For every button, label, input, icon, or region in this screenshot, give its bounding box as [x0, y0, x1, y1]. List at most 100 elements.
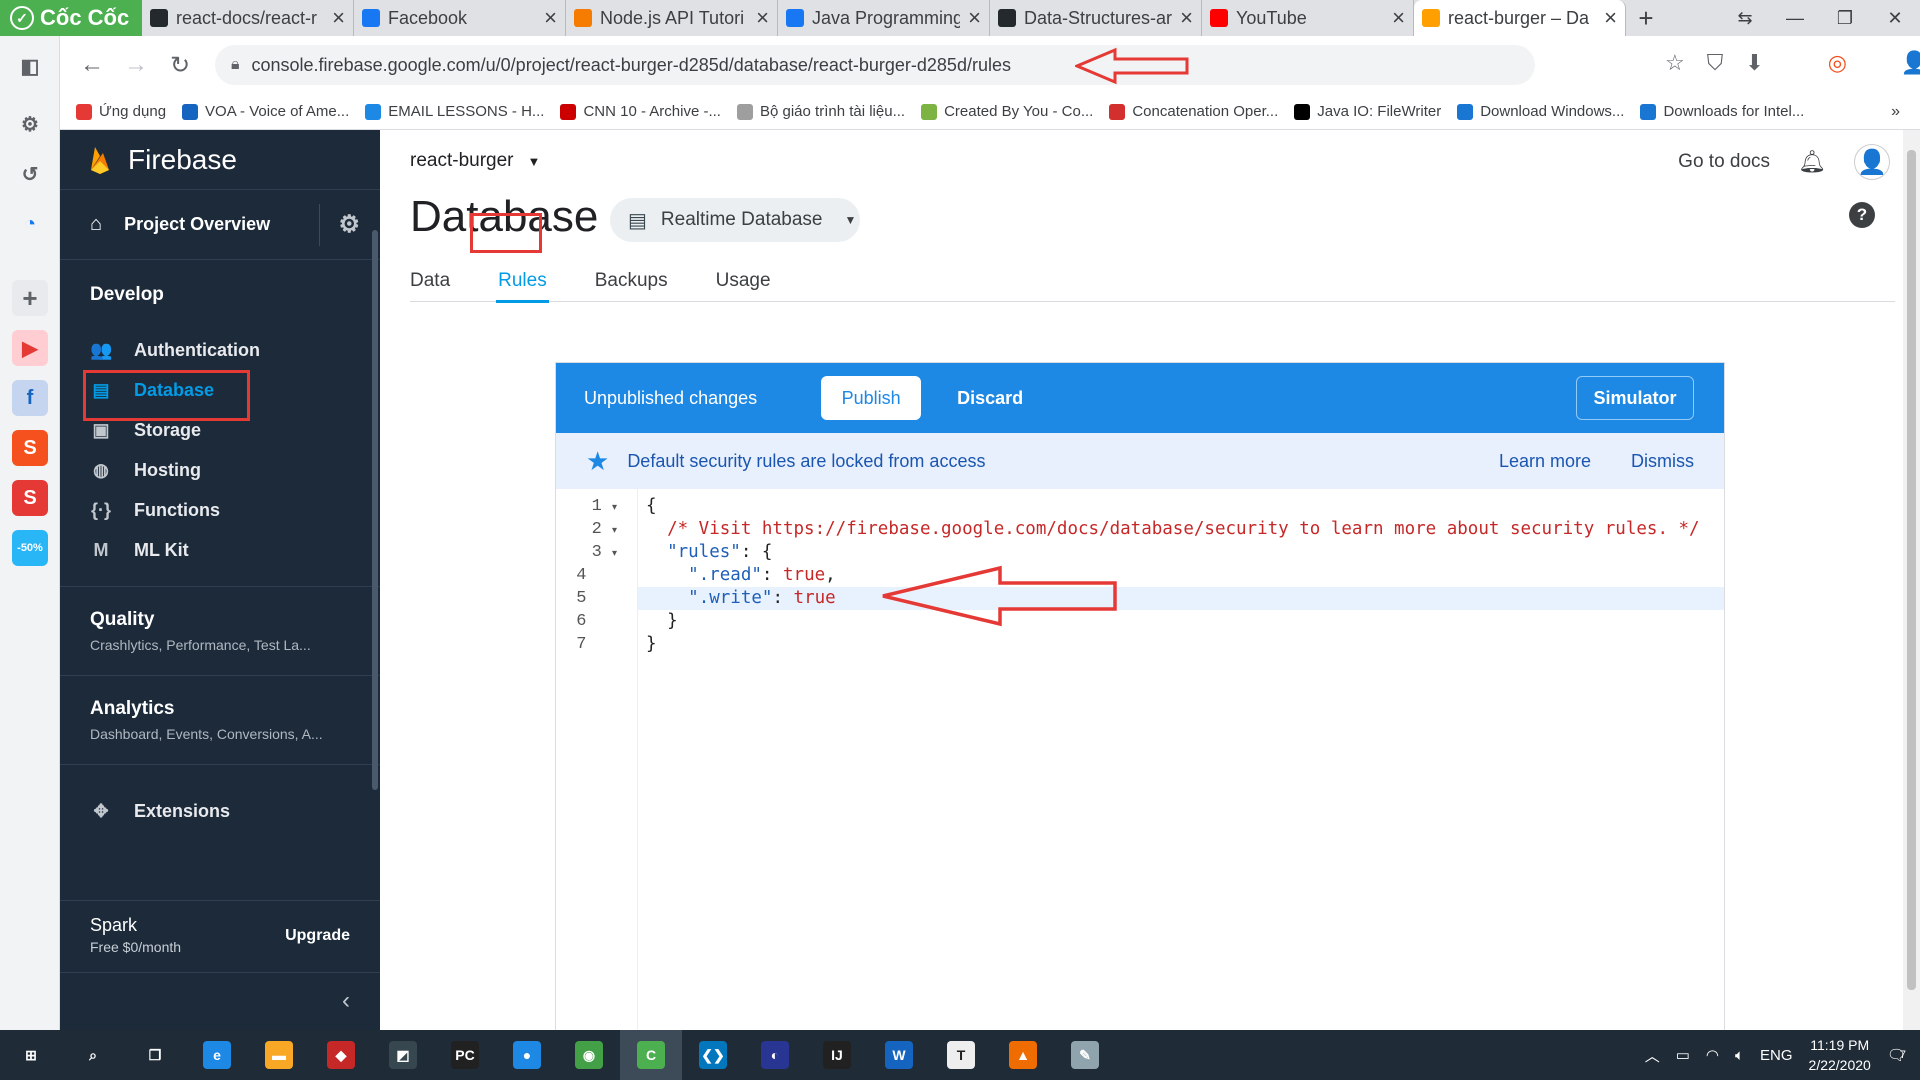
back-button[interactable]: ← [70, 51, 114, 79]
close-tab-icon[interactable]: × [332, 5, 345, 31]
address-bar[interactable]: 🔒︎ console.firebase.google.com/u/0/proje… [215, 45, 1535, 85]
wifi-icon[interactable]: ◠ [1706, 1046, 1719, 1064]
typora-icon[interactable]: T [930, 1030, 992, 1080]
history-icon[interactable]: ↺ [12, 156, 48, 192]
bookmark-item[interactable]: Downloads for Intel... [1640, 103, 1804, 120]
vlc-icon[interactable]: ▲ [992, 1030, 1054, 1080]
browser-tab[interactable]: react-docs/react-r × [142, 0, 354, 36]
fold-arrow-icon[interactable]: ▾ [612, 549, 617, 560]
fold-arrow-icon[interactable]: ▾ [612, 503, 617, 514]
minimize-button[interactable]: — [1770, 8, 1820, 29]
sidebar-item-ml-kit[interactable]: M ML Kit [60, 530, 380, 570]
profile-icon[interactable]: 👤 [1901, 50, 1920, 76]
notifications-bell-icon[interactable]: 🔔︎ [1798, 149, 1826, 175]
browser-tab[interactable]: Node.js API Tutori × [566, 0, 778, 36]
tab-data[interactable]: Data [410, 260, 458, 302]
bookmark-item[interactable]: VOA - Voice of Ame... [182, 103, 349, 120]
app-icon[interactable]: ◩ [372, 1030, 434, 1080]
facebook-panel-icon[interactable]: f [12, 380, 48, 416]
language-indicator[interactable]: ENG [1760, 1047, 1793, 1064]
tray-chevron-icon[interactable]: ︿ [1645, 1045, 1660, 1066]
rules-code-editor[interactable]: 1 ▾ 2 ▾ 3 ▾ 4 5 6 7 { /* Visit https://fire… [556, 489, 1724, 1031]
close-window-button[interactable]: ✕ [1870, 8, 1920, 29]
project-selector[interactable]: react-burger ▼ [410, 150, 540, 172]
start-button[interactable]: ⊞ [0, 1030, 62, 1080]
search-icon[interactable]: ⌕ [62, 1030, 124, 1080]
go-to-docs-link[interactable]: Go to docs [1678, 151, 1770, 173]
youtube-panel-icon[interactable]: ▶ [12, 330, 48, 366]
bookmark-item[interactable]: CNN 10 - Archive -... [560, 103, 721, 120]
download-ext-icon[interactable]: ⬇ [1745, 50, 1763, 76]
bookmarks-overflow-button[interactable]: » [1891, 103, 1900, 121]
bookmark-item[interactable]: Bộ giáo trình tài liệu... [736, 103, 905, 120]
maps-icon[interactable]: ● [496, 1030, 558, 1080]
publish-button[interactable]: Publish [821, 376, 922, 420]
close-tab-icon[interactable]: × [1180, 5, 1193, 31]
code-area[interactable]: { /* Visit https://firebase.google.com/d… [638, 489, 1724, 656]
bookmark-item[interactable]: Java IO: FileWriter [1294, 103, 1441, 120]
sidebar-toggle-icon[interactable]: ◧ [12, 48, 48, 84]
settings-gear-icon[interactable]: ⚙ [12, 106, 48, 142]
edge-icon[interactable]: e [186, 1030, 248, 1080]
close-tab-icon[interactable]: × [1604, 5, 1617, 31]
page-scrollbar[interactable] [1903, 130, 1920, 1030]
database-type-select[interactable]: ▤ Realtime Database ▼ [610, 198, 860, 242]
avatar[interactable]: 👤 [1854, 144, 1890, 180]
project-settings-gear-icon[interactable]: ⚙ [338, 210, 360, 239]
close-tab-icon[interactable]: × [544, 5, 557, 31]
tiki-panel-icon[interactable]: -50% [12, 530, 48, 566]
bookmark-star-icon[interactable]: ☆ [1665, 50, 1685, 76]
chrome-icon[interactable]: ◉ [558, 1030, 620, 1080]
coccoc-menu-button[interactable]: ✓ Cốc Cốc [0, 0, 142, 36]
bookmark-item[interactable]: Created By You - Co... [921, 103, 1093, 120]
analytics-section[interactable]: Analytics Dashboard, Events, Conversions… [60, 676, 380, 764]
quality-section[interactable]: Quality Crashlytics, Performance, Test L… [60, 587, 380, 675]
file-explorer-icon[interactable]: ▬ [248, 1030, 310, 1080]
vscode-icon[interactable]: ❮❯ [682, 1030, 744, 1080]
browser-tab[interactable]: react-burger – Da × [1414, 0, 1626, 36]
extension-icon[interactable]: ◎ [1828, 50, 1847, 76]
url-text[interactable]: console.firebase.google.com/u/0/project/… [252, 55, 1011, 76]
maximize-button[interactable]: ❐ [1820, 8, 1870, 29]
scrollbar-thumb[interactable] [1907, 150, 1916, 990]
tab-backups[interactable]: Backups [595, 260, 676, 302]
browser-tab[interactable]: YouTube × [1202, 0, 1414, 36]
sidebar-item-extensions[interactable]: ✥ Extensions [60, 791, 380, 831]
project-overview-link[interactable]: ⌂ Project Overview ⚙ [60, 190, 380, 260]
paint-icon[interactable]: ✎ [1054, 1030, 1116, 1080]
task-view-icon[interactable]: ❐ [124, 1030, 186, 1080]
firebase-logo[interactable]: Firebase [60, 130, 380, 190]
forward-button[interactable]: → [114, 51, 158, 79]
intellij-icon[interactable]: IJ [806, 1030, 868, 1080]
sidebar-item-functions[interactable]: {·} Functions [60, 490, 380, 530]
collapse-sidebar-icon[interactable]: ‹ [60, 972, 380, 1030]
tab-search-icon[interactable]: ⇆ [1720, 8, 1770, 29]
browser-tab[interactable]: Java Programming × [778, 0, 990, 36]
learn-more-link[interactable]: Learn more [1499, 451, 1591, 472]
bookmark-item[interactable]: Download Windows... [1457, 103, 1624, 120]
upgrade-button[interactable]: Upgrade [285, 927, 350, 945]
dismiss-link[interactable]: Dismiss [1631, 451, 1694, 472]
discard-button[interactable]: Discard [957, 388, 1023, 409]
tab-rules[interactable]: Rules [496, 260, 555, 303]
pycharm-icon[interactable]: PC [434, 1030, 496, 1080]
messenger-icon[interactable]: ◔ [12, 206, 48, 242]
game-icon[interactable]: ◆ [310, 1030, 372, 1080]
volume-icon[interactable]: 🔈︎ [1735, 1047, 1744, 1064]
sidebar-item-hosting[interactable]: ◍ Hosting [60, 450, 380, 490]
coccoc-icon[interactable]: C [620, 1030, 682, 1080]
sendo-panel-icon[interactable]: S [12, 480, 48, 516]
develop-section-title[interactable]: Develop [60, 284, 380, 306]
close-tab-icon[interactable]: × [1392, 5, 1405, 31]
reload-button[interactable]: ↻ [158, 51, 202, 80]
bookmark-item[interactable]: Concatenation Oper... [1109, 103, 1278, 120]
shield-icon[interactable]: ⛉ [1707, 50, 1724, 76]
bookmark-item[interactable]: Ứng dụng [76, 103, 166, 120]
simulator-button[interactable]: Simulator [1576, 376, 1694, 420]
sidebar-scrollbar[interactable] [372, 230, 378, 790]
battery-icon[interactable]: ▭ [1676, 1046, 1690, 1064]
sidebar-item-authentication[interactable]: 👥 Authentication [60, 330, 380, 370]
bookmark-item[interactable]: EMAIL LESSONS - H... [365, 103, 544, 120]
shopee-panel-icon[interactable]: S [12, 430, 48, 466]
eclipse-icon[interactable]: ◐ [744, 1030, 806, 1080]
